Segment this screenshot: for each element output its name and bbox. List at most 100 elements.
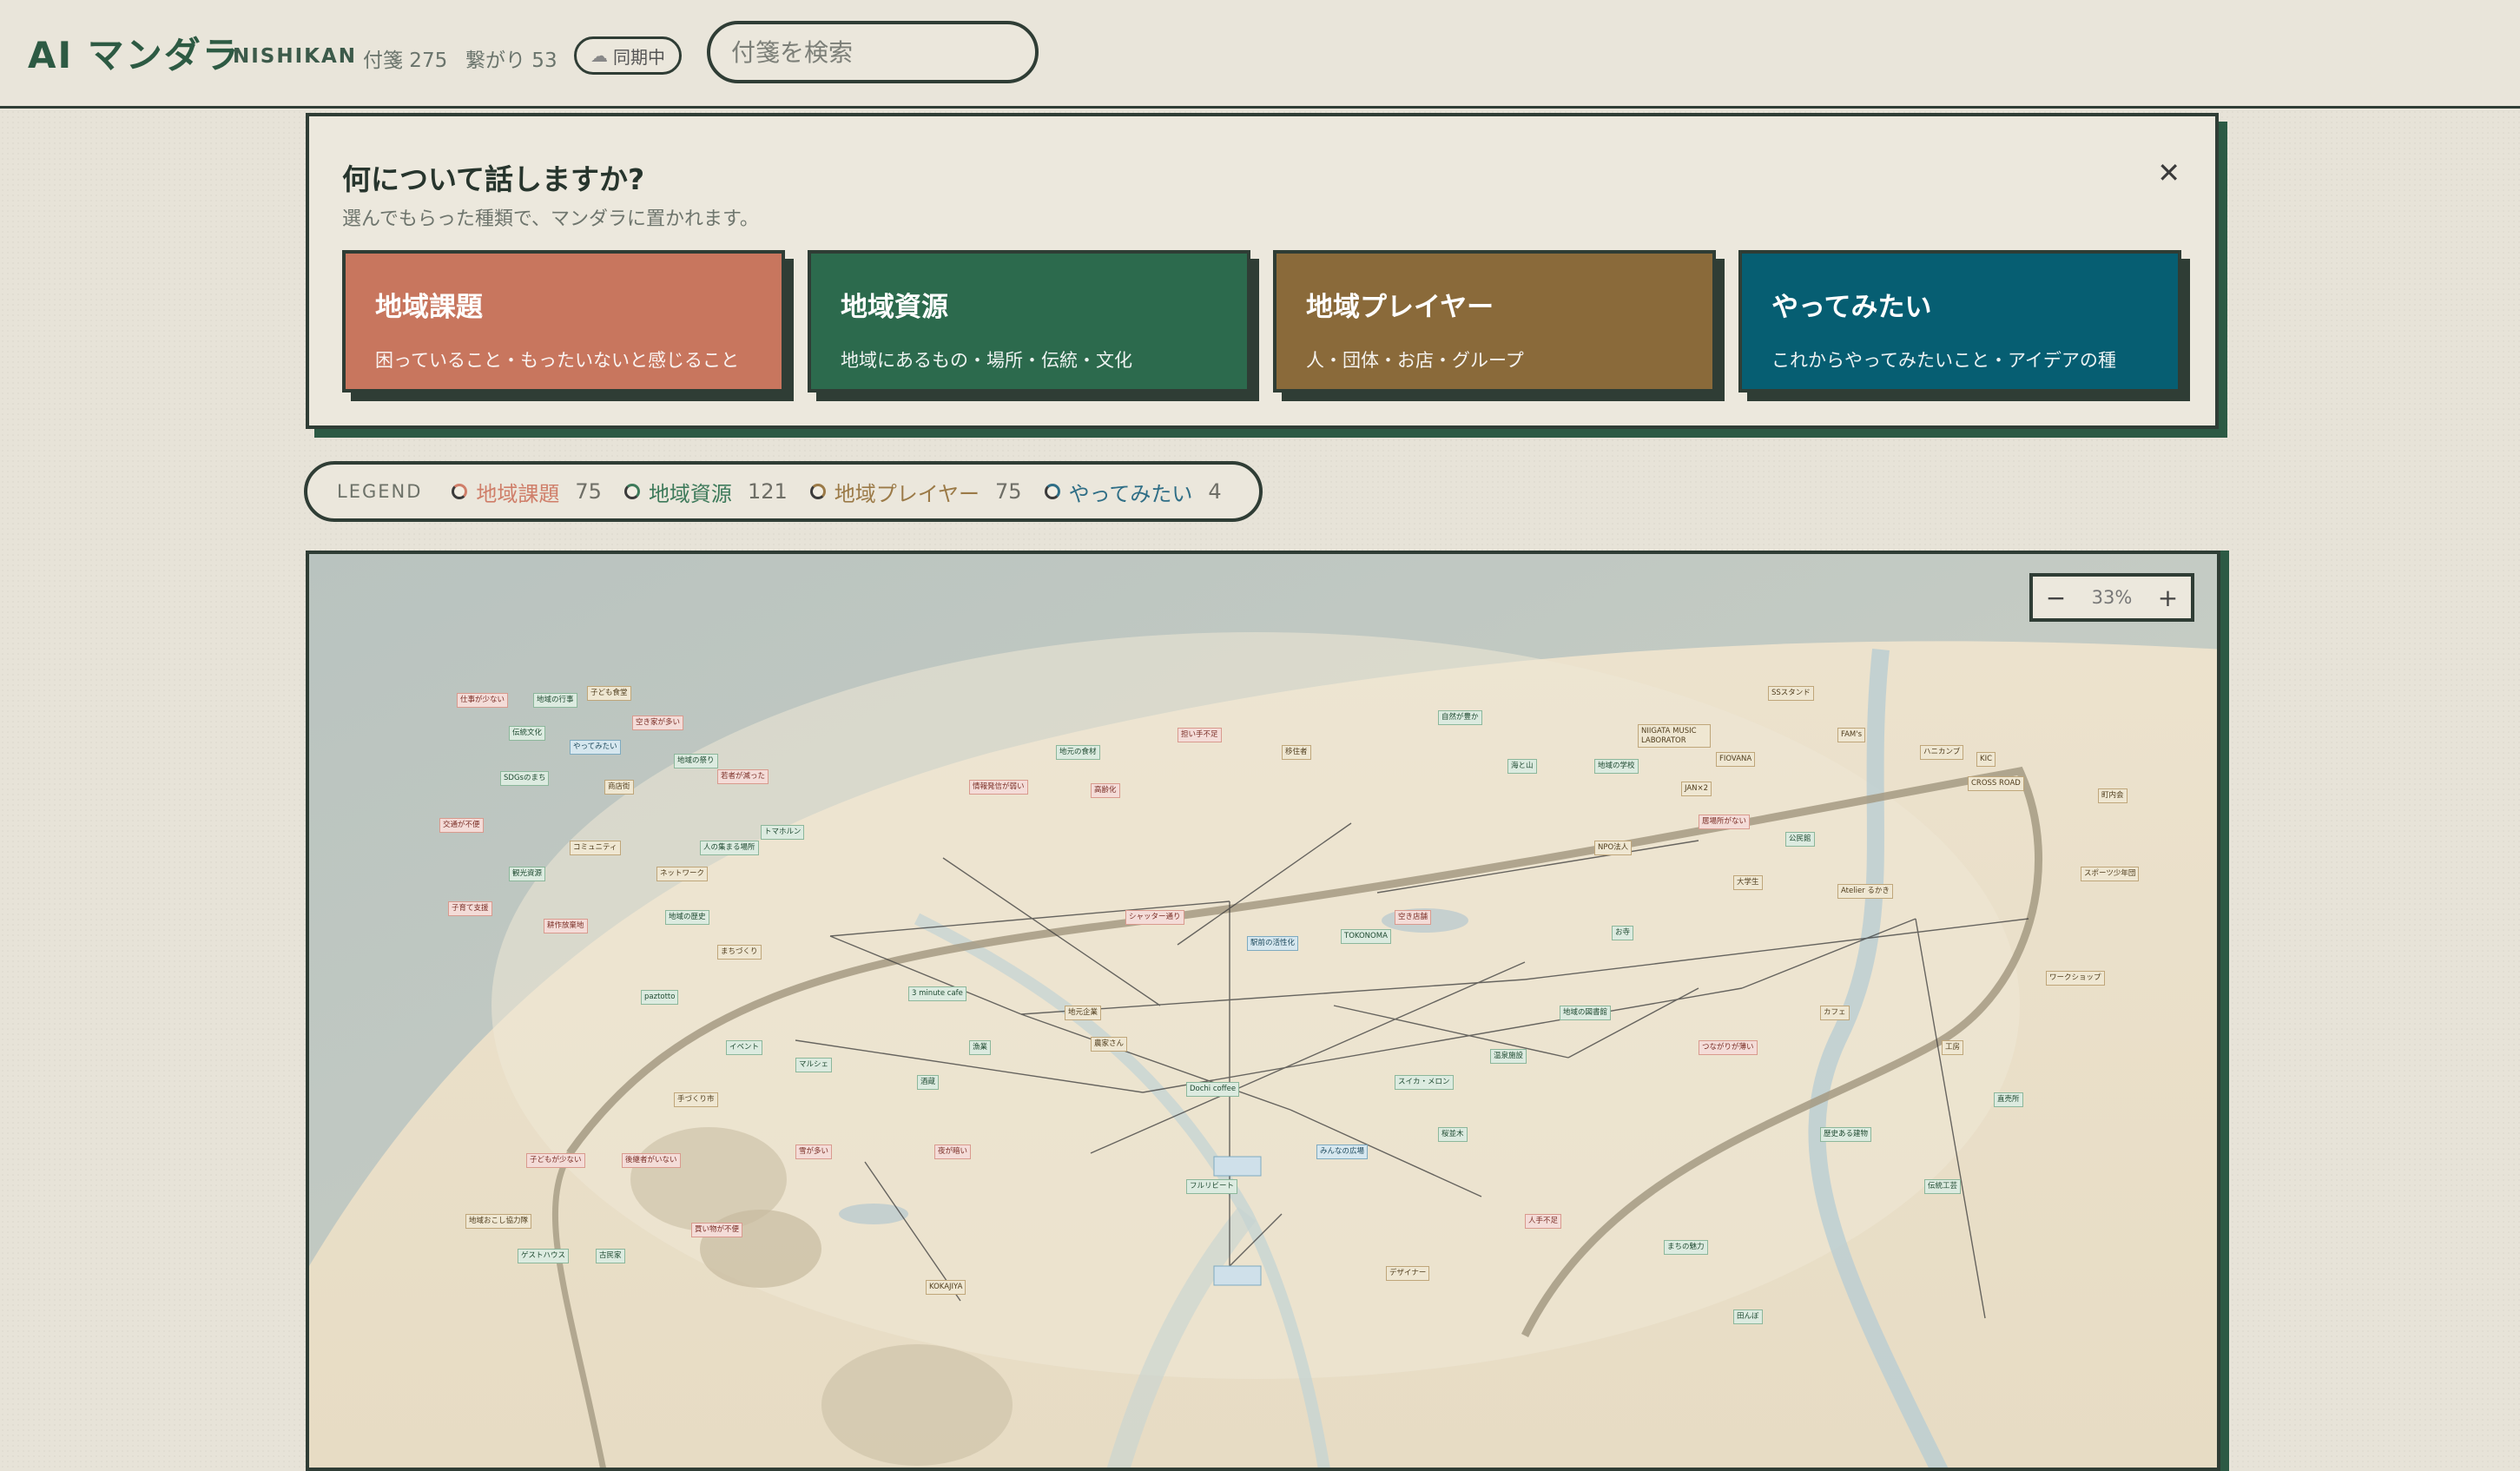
category-button-chiiki-kadai[interactable]: 地域課題 困っていること・もったいないと感じること <box>342 250 785 392</box>
sticky-note[interactable]: NIIGATA MUSIC LABORATOR <box>1638 724 1711 749</box>
sticky-note[interactable]: つながりが薄い <box>1699 1040 1758 1055</box>
sticky-note[interactable]: 漁業 <box>969 1040 992 1055</box>
sticky-note[interactable]: 空き家が多い <box>632 716 684 730</box>
sticky-note[interactable]: 後継者がいない <box>622 1153 681 1168</box>
sticky-note[interactable]: 商店街 <box>604 780 634 795</box>
sticky-note[interactable]: 居場所がない <box>1699 815 1751 829</box>
sticky-note[interactable]: 仕事が少ない <box>457 693 509 708</box>
sticky-note[interactable]: カフェ <box>1820 1006 1850 1020</box>
sticky-note[interactable]: お寺 <box>1612 926 1634 940</box>
sticky-note[interactable]: フルリビート <box>1186 1179 1238 1194</box>
category-name: 地域プレイヤー <box>1306 292 1494 323</box>
legend-item-shigen[interactable]: 地域資源 121 <box>623 477 788 507</box>
sticky-note[interactable]: 地域おこし協力隊 <box>465 1214 532 1229</box>
sticky-note[interactable]: 駅前の活性化 <box>1247 936 1299 951</box>
sticky-note[interactable]: JAN×2 <box>1681 782 1712 796</box>
sticky-note[interactable]: 人の集まる場所 <box>700 841 759 855</box>
sticky-note[interactable]: マルシェ <box>795 1058 833 1072</box>
sticky-note[interactable]: やってみたい <box>570 740 621 755</box>
sticky-note[interactable]: 子どもが少ない <box>526 1153 585 1168</box>
sticky-note[interactable]: 子育て支援 <box>448 901 492 916</box>
close-icon[interactable]: ✕ <box>2157 156 2180 189</box>
zoom-out-button[interactable]: − <box>2046 584 2066 612</box>
zoom-in-button[interactable]: + <box>2158 584 2178 612</box>
sticky-note[interactable]: Atelier るかき <box>1837 884 1893 899</box>
sticky-note[interactable]: 雪が多い <box>795 1144 833 1159</box>
sticky-note[interactable]: 移住者 <box>1282 745 1311 760</box>
sticky-note[interactable]: トマホルン <box>761 825 805 840</box>
sticky-note[interactable]: FAM's <box>1837 728 1866 742</box>
sticky-note[interactable]: 温泉施設 <box>1490 1049 1527 1064</box>
sticky-note[interactable]: 空き店舗 <box>1395 910 1432 925</box>
sticky-note[interactable]: KIC <box>1976 752 1996 767</box>
category-button-chiiki-shigen[interactable]: 地域資源 地域にあるもの・場所・伝統・文化 <box>808 250 1250 392</box>
sticky-note[interactable]: ネットワーク <box>656 867 709 881</box>
sticky-note[interactable]: 自然が豊か <box>1438 710 1482 725</box>
sticky-note[interactable]: コミュニティ <box>570 841 621 855</box>
sticky-note[interactable]: 高齢化 <box>1091 783 1120 798</box>
sticky-note[interactable]: 歴史ある建物 <box>1820 1127 1872 1142</box>
sticky-note[interactable]: 直売所 <box>1994 1092 2023 1107</box>
sticky-note[interactable]: 地域の図書館 <box>1560 1006 1612 1020</box>
sticky-note[interactable]: 伝統工芸 <box>1924 1179 1962 1194</box>
sticky-note[interactable]: 地域の歴史 <box>665 910 709 925</box>
sticky-note[interactable]: ハニカンブ <box>1920 745 1964 760</box>
sticky-note[interactable]: ゲストハウス <box>518 1249 570 1263</box>
sticky-note[interactable]: 地元の食材 <box>1056 745 1100 760</box>
sticky-note[interactable]: paztotto <box>641 990 679 1005</box>
sticky-note[interactable]: 大学生 <box>1733 875 1763 890</box>
zoom-control: − 33% + <box>2029 573 2194 622</box>
sticky-note[interactable]: 田んぼ <box>1733 1309 1763 1324</box>
sticky-note[interactable]: スイカ・メロン <box>1395 1075 1454 1090</box>
sticky-note[interactable]: 担い手不足 <box>1178 728 1222 742</box>
sticky-note[interactable]: 子ども食堂 <box>587 686 631 701</box>
sticky-note[interactable]: 工房 <box>1942 1040 1964 1055</box>
sticky-note[interactable]: 地域の学校 <box>1594 759 1639 774</box>
sticky-note[interactable]: 人手不足 <box>1525 1214 1562 1229</box>
legend-item-kadai[interactable]: 地域課題 75 <box>452 477 602 507</box>
sync-status-button[interactable]: ☁ 同期中 <box>574 36 682 75</box>
legend-item-player[interactable]: 地域プレイヤー 75 <box>809 477 1022 507</box>
sticky-note[interactable]: 若者が減った <box>717 769 769 784</box>
category-button-yatte-mitai[interactable]: やってみたい これからやってみたいこと・アイデアの種 <box>1738 250 2181 392</box>
sticky-note[interactable]: シャッター通り <box>1125 910 1184 925</box>
sticky-note[interactable]: 町内会 <box>2098 788 2127 803</box>
legend-item-yatte[interactable]: やってみたい 4 <box>1044 477 1222 507</box>
sticky-note[interactable]: みんなの広場 <box>1316 1144 1369 1159</box>
sticky-note[interactable]: 海と山 <box>1507 759 1537 774</box>
sticky-note[interactable]: 桜並木 <box>1438 1127 1468 1142</box>
category-button-chiiki-player[interactable]: 地域プレイヤー 人・団体・お店・グループ <box>1273 250 1716 392</box>
sticky-note[interactable]: 地域の行事 <box>533 693 577 708</box>
sticky-note[interactable]: 地元企業 <box>1065 1006 1102 1020</box>
sticky-note[interactable]: Dochi coffee <box>1186 1082 1240 1097</box>
sticky-note[interactable]: NPO法人 <box>1594 841 1633 855</box>
sticky-note[interactable]: 酒蔵 <box>917 1075 940 1090</box>
sticky-note[interactable]: CROSS ROAD <box>1968 776 2024 791</box>
sticky-note[interactable]: ワークショップ <box>2046 971 2105 986</box>
sticky-note[interactable]: FIOVANA <box>1716 752 1756 767</box>
sticky-note[interactable]: 買い物が不便 <box>691 1223 743 1237</box>
mandala-canvas[interactable]: 仕事が少ない 地域の行事 子ども食堂空き家が多い伝統文化やってみたい地域の祭り 若者が… <box>306 551 2220 1471</box>
sticky-note[interactable]: まちづくり <box>717 945 762 960</box>
sticky-note[interactable]: スポーツ少年団 <box>2081 867 2140 881</box>
search-input[interactable] <box>707 21 1039 83</box>
sticky-note[interactable]: 古民家 <box>596 1249 625 1263</box>
sticky-note[interactable]: まちの魅力 <box>1664 1240 1708 1255</box>
sticky-note[interactable]: 観光資源 <box>509 867 546 881</box>
sticky-note[interactable]: 地域の祭り <box>674 754 718 768</box>
sticky-note[interactable]: 交通が不便 <box>439 818 484 833</box>
sticky-note[interactable]: 手づくり市 <box>674 1092 718 1107</box>
sticky-note[interactable]: SSスタンド <box>1768 686 1814 701</box>
sticky-note[interactable]: デザイナー <box>1386 1266 1430 1281</box>
sticky-note[interactable]: 夜が暗い <box>934 1144 972 1159</box>
sticky-note[interactable]: 情報発信が弱い <box>969 780 1028 795</box>
sticky-note[interactable]: KOKAJIYA <box>926 1280 966 1295</box>
sticky-note[interactable]: 公民館 <box>1785 832 1815 847</box>
sticky-note[interactable]: SDGsのまち <box>500 771 550 786</box>
sticky-note[interactable]: イベント <box>726 1040 763 1055</box>
sticky-note[interactable]: 3 minute cafe <box>908 986 966 1001</box>
sticky-note[interactable]: TOKONOMA <box>1341 929 1391 944</box>
sticky-note[interactable]: 耕作放棄地 <box>544 919 588 933</box>
sticky-note[interactable]: 伝統文化 <box>509 726 546 741</box>
sticky-note[interactable]: 農家さん <box>1091 1037 1128 1052</box>
